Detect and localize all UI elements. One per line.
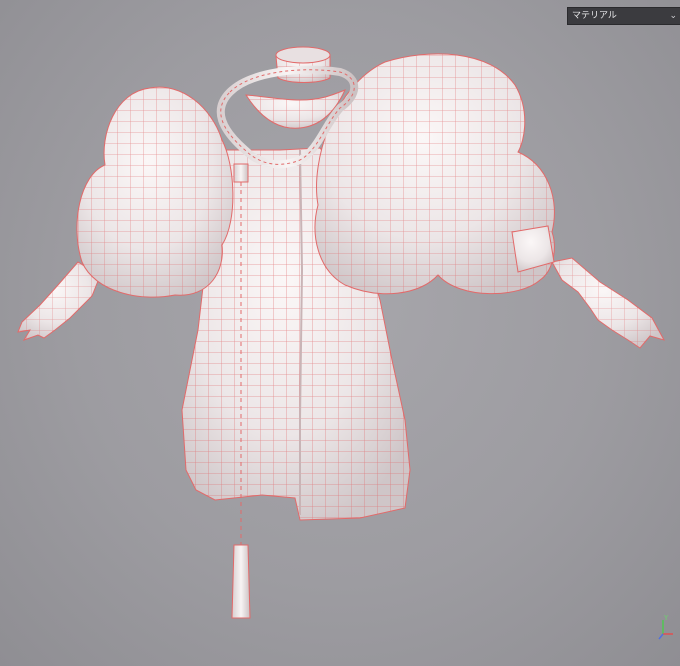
left-puff-sleeve [76,86,234,298]
material-dropdown-label: マテリアル [572,11,617,21]
3d-viewport[interactable]: マテリアル ⌄ Y [0,0,680,666]
axis-gizmo: Y [657,614,677,642]
axis-y-label: Y [664,614,669,622]
material-dropdown[interactable]: マテリアル ⌄ [567,7,680,25]
left-hand [17,261,101,341]
right-hand [551,257,666,349]
garment-3d-model[interactable] [0,0,680,666]
chevron-down-icon: ⌄ [669,11,677,21]
